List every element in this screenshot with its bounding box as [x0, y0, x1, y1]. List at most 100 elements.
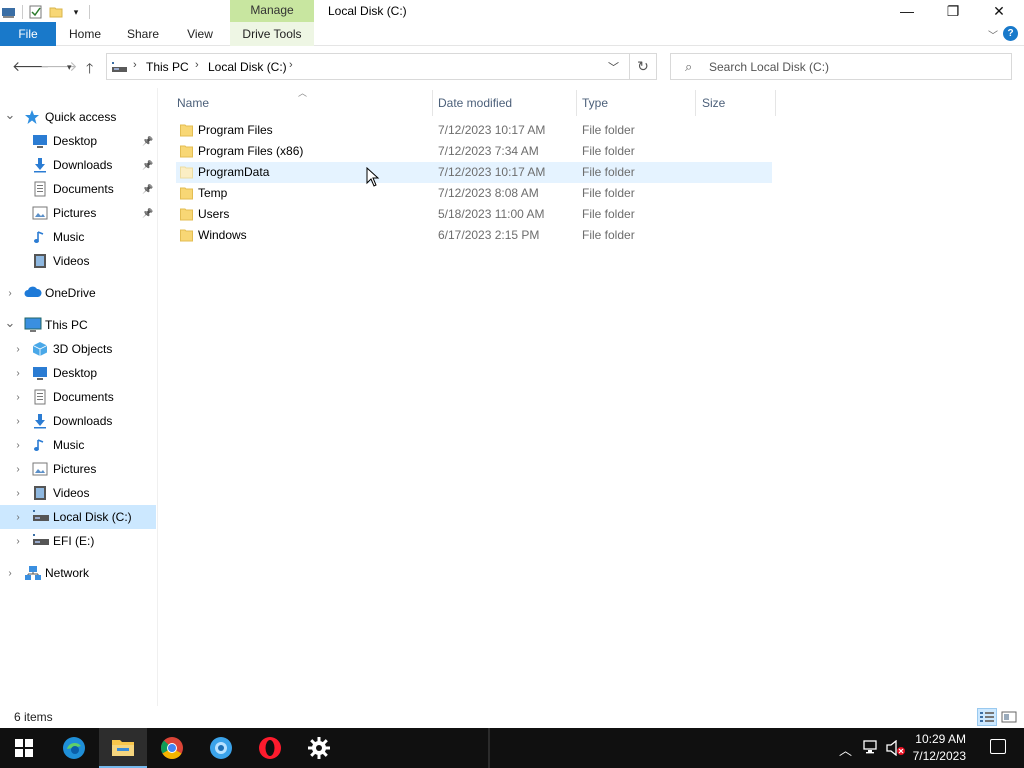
- nav-item[interactable]: › 3D Objects: [0, 337, 156, 361]
- up-arrow-icon[interactable]: 🡑: [86, 58, 93, 82]
- system-clock[interactable]: 10:29 AM 7/12/2023: [913, 731, 966, 765]
- help-icon[interactable]: ?: [1003, 26, 1018, 41]
- action-center-icon[interactable]: [990, 739, 1006, 754]
- breadcrumb-separator-icon[interactable]: ›: [195, 59, 199, 71]
- tab-drive-tools[interactable]: Drive Tools: [230, 22, 314, 46]
- nav-item[interactable]: › Network: [0, 561, 156, 585]
- expand-chevron-icon[interactable]: ›: [12, 488, 24, 499]
- file-row[interactable]: Temp 7/12/2023 8:08 AM File folder: [176, 183, 772, 204]
- customize-qat-dropdown-icon[interactable]: ▾: [69, 5, 83, 19]
- nav-item[interactable]: › Pictures: [0, 457, 156, 481]
- nav-item[interactable]: › Videos: [0, 481, 156, 505]
- expand-chevron-icon[interactable]: ›: [12, 344, 24, 355]
- address-dropdown-icon[interactable]: ﹀: [608, 59, 619, 75]
- nav-item[interactable]: ⌄ This PC: [0, 313, 156, 337]
- nav-item[interactable]: › Desktop: [0, 361, 156, 385]
- breadcrumb-local-disk[interactable]: Local Disk (C:): [208, 60, 287, 74]
- tab-file[interactable]: File: [0, 22, 56, 46]
- taskbar-opera[interactable]: [246, 728, 294, 768]
- tab-home[interactable]: Home: [60, 22, 110, 46]
- expand-chevron-icon[interactable]: ›: [12, 512, 24, 523]
- column-divider[interactable]: [775, 90, 776, 116]
- properties-icon[interactable]: [29, 5, 43, 19]
- nav-item[interactable]: Music: [0, 225, 156, 249]
- minimize-button[interactable]: —: [884, 0, 930, 22]
- nav-item[interactable]: › Music: [0, 433, 156, 457]
- tab-share[interactable]: Share: [120, 22, 166, 46]
- taskbar-app[interactable]: [197, 728, 245, 768]
- new-folder-icon[interactable]: [49, 5, 63, 19]
- column-divider[interactable]: [576, 90, 577, 116]
- breadcrumb-separator-icon[interactable]: ›: [289, 59, 293, 71]
- expand-chevron-icon[interactable]: ›: [12, 392, 24, 403]
- nav-item[interactable]: › Documents: [0, 385, 156, 409]
- column-header-size[interactable]: Size: [702, 92, 725, 114]
- cloud-icon: [24, 285, 42, 301]
- nav-item[interactable]: ⌄ Quick access: [0, 105, 156, 129]
- address-bar[interactable]: › This PC › Local Disk (C:) › ﹀: [106, 53, 630, 80]
- expand-chevron-icon[interactable]: ›: [12, 464, 24, 475]
- expand-chevron-icon[interactable]: ›: [12, 416, 24, 427]
- nav-item[interactable]: › Local Disk (C:): [0, 505, 156, 529]
- search-box[interactable]: ⌕: [670, 53, 1012, 80]
- refresh-button[interactable]: ↻: [630, 53, 657, 80]
- taskbar-divider: [488, 728, 490, 768]
- cube-icon: [32, 341, 48, 357]
- breadcrumb-this-pc[interactable]: This PC: [146, 60, 189, 74]
- file-row[interactable]: Program Files (x86) 7/12/2023 7:34 AM File…: [176, 141, 772, 162]
- large-icons-view-button[interactable]: [999, 708, 1019, 726]
- column-header-name[interactable]: Name: [177, 92, 209, 114]
- expand-chevron-icon[interactable]: ›: [12, 440, 24, 451]
- breadcrumb-separator-icon[interactable]: ›: [133, 59, 137, 71]
- nav-item[interactable]: Pictures 📌: [0, 201, 156, 225]
- pin-icon: 📌: [142, 183, 154, 194]
- nav-item[interactable]: Documents 📌: [0, 177, 156, 201]
- taskbar-edge[interactable]: [50, 728, 98, 768]
- collapse-chevron-icon[interactable]: ⌄: [4, 315, 16, 331]
- nav-item[interactable]: › OneDrive: [0, 281, 156, 305]
- explorer-window-icon[interactable]: [2, 5, 16, 19]
- start-button[interactable]: [0, 728, 48, 768]
- column-divider[interactable]: [432, 90, 433, 116]
- expand-chevron-icon[interactable]: ›: [12, 368, 24, 379]
- file-row[interactable]: Windows 6/17/2023 2:15 PM File folder: [176, 225, 772, 246]
- nav-item-label: Documents: [53, 182, 114, 196]
- nav-item[interactable]: Videos: [0, 249, 156, 273]
- folder-icon: [180, 187, 193, 200]
- column-header-type[interactable]: Type: [582, 92, 608, 114]
- file-row[interactable]: Users 5/18/2023 11:00 AM File folder: [176, 204, 772, 225]
- expand-chevron-icon[interactable]: ›: [12, 536, 24, 547]
- taskbar-file-explorer[interactable]: [99, 728, 147, 768]
- column-divider[interactable]: [695, 90, 696, 116]
- taskbar-chrome[interactable]: [148, 728, 196, 768]
- search-input[interactable]: [709, 58, 999, 76]
- close-button[interactable]: ✕: [976, 0, 1022, 22]
- folder-icon: [180, 166, 193, 179]
- computer-icon: [24, 317, 42, 333]
- file-type: File folder: [582, 207, 635, 221]
- file-row[interactable]: Program Files 7/12/2023 10:17 AM File fold…: [176, 120, 772, 141]
- nav-item[interactable]: Desktop 📌: [0, 129, 156, 153]
- show-hidden-icons-icon[interactable]: ︿: [839, 740, 852, 759]
- volume-muted-icon[interactable]: [886, 739, 906, 759]
- ribbon-tabs: File Home Share View Drive Tools ﹀ ?: [0, 22, 1024, 46]
- expand-ribbon-icon[interactable]: ﹀: [988, 27, 998, 42]
- nav-item[interactable]: › EFI (E:): [0, 529, 156, 553]
- network-status-icon[interactable]: [862, 740, 880, 757]
- tab-manage[interactable]: Manage: [230, 0, 314, 22]
- tab-view[interactable]: View: [178, 22, 222, 46]
- title-bar: ▾ Manage Local Disk (C:) — ❐ ✕: [0, 0, 1024, 22]
- restore-button[interactable]: ❐: [930, 0, 976, 22]
- details-view-button[interactable]: [977, 708, 997, 726]
- nav-item[interactable]: Downloads 📌: [0, 153, 156, 177]
- expand-chevron-icon[interactable]: ›: [4, 288, 16, 299]
- file-row[interactable]: ProgramData 7/12/2023 10:17 AM File folder: [176, 162, 772, 183]
- expand-chevron-icon[interactable]: ›: [4, 568, 16, 579]
- taskbar-settings[interactable]: [295, 728, 343, 768]
- recent-locations-icon[interactable]: ▾: [67, 62, 72, 73]
- file-name: ProgramData: [198, 165, 270, 179]
- column-header-date[interactable]: Date modified: [438, 92, 512, 114]
- nav-item-label: Pictures: [53, 206, 97, 220]
- nav-item[interactable]: › Downloads: [0, 409, 156, 433]
- collapse-chevron-icon[interactable]: ⌄: [4, 107, 16, 123]
